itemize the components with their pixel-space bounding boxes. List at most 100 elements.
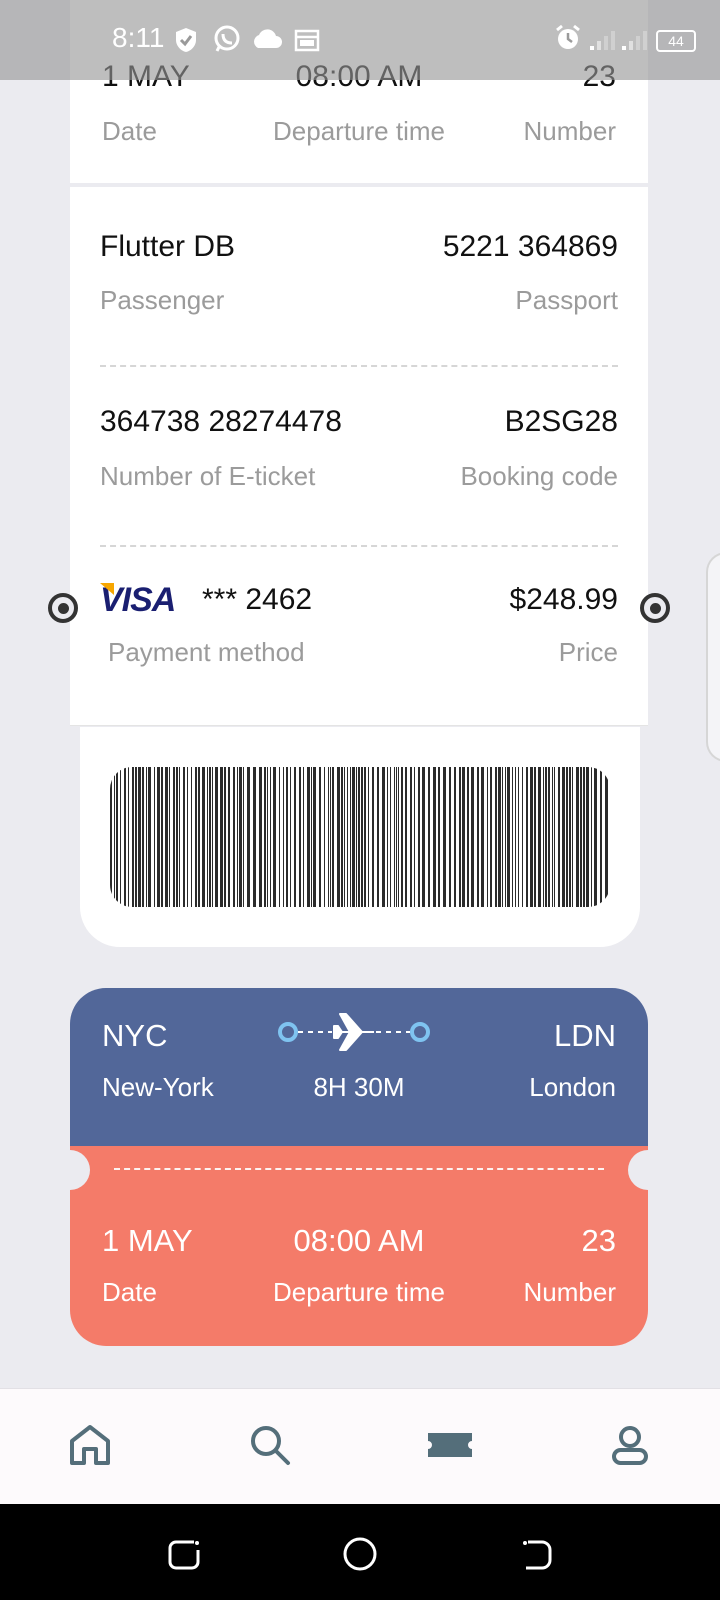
barcode-bar: [591, 767, 592, 907]
barcode-bar: [290, 767, 291, 907]
barcode-bar: [191, 767, 192, 907]
edge-panel-handle[interactable]: [706, 552, 720, 762]
signal-icon: [590, 31, 615, 50]
divider: [100, 545, 618, 547]
barcode-bar: [512, 767, 513, 907]
barcode-bar: [337, 767, 340, 907]
barcode-bar: [605, 767, 608, 907]
barcode-bar: [187, 767, 188, 907]
barcode: [110, 767, 608, 907]
barcode-bar: [594, 767, 597, 907]
barcode-bar: [401, 767, 403, 907]
barcode-bar: [505, 767, 506, 907]
barcode-bar: [264, 767, 266, 907]
barcode-bar: [146, 767, 147, 907]
nav-profile-button[interactable]: [602, 1417, 658, 1473]
ticket-notch-left: [50, 1150, 90, 1190]
barcode-bar: [428, 767, 430, 907]
barcode-bar: [405, 767, 407, 907]
divider: [100, 365, 618, 367]
barcode-bar: [530, 767, 533, 907]
barcode-bar: [377, 767, 379, 907]
barcode-bar: [477, 767, 479, 907]
barcode-bar: [443, 767, 446, 907]
eticket-value: 364738 28274478: [100, 405, 342, 438]
profile-icon: [612, 1426, 648, 1465]
nav-tickets-button[interactable]: [422, 1417, 478, 1473]
ticket-number-value: 23: [581, 1223, 616, 1258]
barcode-bar: [471, 767, 474, 907]
barcode-bar: [183, 767, 185, 907]
barcode-bar: [356, 767, 357, 907]
passenger-label: Passenger: [100, 285, 225, 315]
barcode-bar: [202, 767, 205, 907]
ticket-number-label: Number: [523, 1277, 616, 1307]
barcode-bar: [267, 767, 268, 907]
barcode-bar: [237, 767, 238, 907]
barcode-bar: [481, 767, 484, 907]
ticket-notch-right: [628, 1150, 668, 1190]
barcode-bar: [382, 767, 385, 907]
alarm-icon: [556, 24, 580, 49]
barcode-bar: [433, 767, 436, 907]
barcode-bar: [487, 767, 488, 907]
barcode-bar: [247, 767, 250, 907]
barcode-bar: [273, 767, 276, 907]
barcode-bar: [515, 767, 516, 907]
barcode-bar: [157, 767, 160, 907]
barcode-bar: [352, 767, 355, 907]
barcode-bar: [173, 767, 175, 907]
nav-home-button[interactable]: [62, 1417, 118, 1473]
barcode-bar: [368, 767, 369, 907]
barcode-bar: [176, 767, 178, 907]
recents-icon[interactable]: [164, 1534, 204, 1574]
barcode-bar: [562, 767, 565, 907]
barcode-bar: [449, 767, 451, 907]
barcode-bar: [490, 767, 492, 907]
nav-search-button[interactable]: [242, 1417, 298, 1473]
card-number: *** 2462: [202, 583, 313, 616]
route-ticket-bottom[interactable]: 1 MAY Date 08:00 AM Departure time 23 Nu…: [70, 1146, 648, 1346]
barcode-bar: [253, 767, 256, 907]
eticket-label: Number of E-ticket: [100, 461, 316, 491]
barcode-bar: [566, 767, 568, 907]
shield-icon: [176, 28, 196, 52]
barcode-bar: [358, 767, 360, 907]
barcode-bar: [128, 767, 129, 907]
barcode-bar: [545, 767, 547, 907]
right-radio-icon: [640, 593, 670, 623]
barcode-bar: [522, 767, 523, 907]
barcode-bar: [114, 767, 115, 907]
home-icon: [70, 1425, 110, 1465]
barcode-card: [80, 727, 640, 947]
barcode-bar: [120, 767, 121, 907]
barcode-bar: [142, 767, 144, 907]
home-button-icon[interactable]: [340, 1534, 380, 1574]
barcode-bar: [538, 767, 541, 907]
barcode-bar: [526, 767, 528, 907]
barcode-bar: [554, 767, 555, 907]
barcode-bar: [583, 767, 585, 907]
barcode-bar: [239, 767, 242, 907]
barcode-bar: [179, 767, 180, 907]
barcode-bar: [600, 767, 602, 907]
cloud-icon: [254, 29, 282, 48]
barcode-bar: [124, 767, 126, 907]
barcode-bar: [154, 767, 155, 907]
barcode-bar: [138, 767, 141, 907]
barcode-bar: [350, 767, 351, 907]
barcode-bar: [341, 767, 343, 907]
battery-level: 44: [668, 33, 684, 49]
barcode-bar: [294, 767, 296, 907]
passport-value: 5221 364869: [442, 230, 618, 263]
ticket-icon: [428, 1433, 472, 1457]
status-time: 8:11: [112, 22, 165, 53]
barcode-bar: [132, 767, 134, 907]
barcode-bar: [361, 767, 363, 907]
calendar-icon: [294, 29, 320, 52]
barcode-bar: [165, 767, 168, 907]
route-ticket-top[interactable]: NYC New-York LDN London 8H 30M: [70, 988, 648, 1146]
back-icon[interactable]: [516, 1534, 556, 1574]
price-label: Price: [558, 637, 618, 667]
booking-code-label: Booking code: [460, 461, 618, 491]
